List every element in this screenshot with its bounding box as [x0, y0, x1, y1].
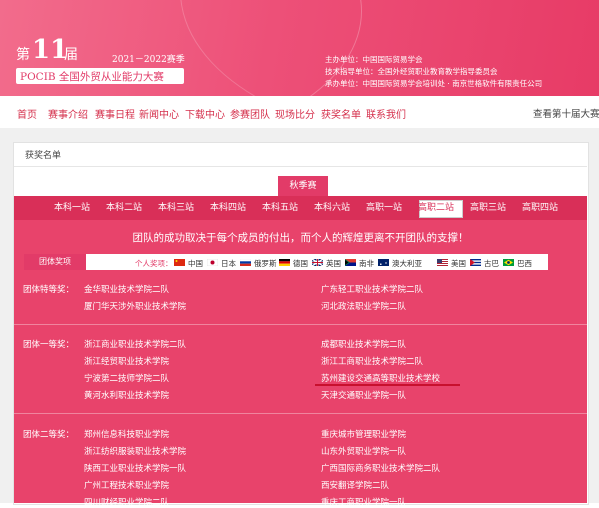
divider [14, 166, 587, 167]
station-tab-active[interactable]: 高职二站 [418, 196, 454, 220]
winner-school: 重庆工商职业学院一队 [321, 498, 407, 508]
australia-flag-icon[interactable] [378, 259, 389, 266]
station-tab[interactable]: 高职三站 [470, 196, 506, 220]
category-label-first: 团体一等奖： [23, 340, 75, 350]
station-tab[interactable]: 高职四站 [522, 196, 558, 220]
station-tabs: 本科一站 本科二站 本科三站 本科四站 本科五站 本科六站 高职一站 高职二站 … [14, 196, 587, 220]
station-tab[interactable]: 本科六站 [314, 196, 350, 220]
organizer-host: 主办单位：中国国际贸易学会 [325, 55, 423, 64]
station-tab[interactable]: 本科三站 [158, 196, 194, 220]
category-divider [14, 324, 587, 325]
nav-winners[interactable]: 获奖名单 [321, 106, 361, 121]
winner-school: 黄河水利职业技术学院 [84, 391, 170, 401]
main-nav: 首页 赛事介绍 赛事日程 新闻中心 下载中心 参赛团队 现场比分 获奖名单 联系… [0, 96, 599, 128]
winner-school: 西安翻译学院二队 [321, 481, 390, 491]
winner-school: 金华职业技术学院二队 [84, 285, 170, 295]
winner-school: 重庆城市管理职业学院 [321, 430, 407, 440]
station-tab[interactable]: 高职一站 [366, 196, 402, 220]
nav-schedule[interactable]: 赛事日程 [95, 106, 135, 121]
winner-school: 广州工程技术职业学院 [84, 481, 170, 491]
flag-label[interactable]: 巴西 [517, 258, 532, 269]
winner-school: 成都职业技术学院二队 [321, 340, 407, 350]
winner-school-highlighted: 苏州建设交通高等职业技术学校 [321, 374, 441, 384]
individual-award-label: 个人奖项： [135, 259, 173, 268]
winner-school: 浙江经贸职业技术学院 [84, 357, 170, 367]
organizer-undertaker: 承办单位：中国国际贸易学会培训处 · 南京世格软件有限责任公司 [325, 79, 543, 88]
winner-school: 河北政法职业学院二队 [321, 302, 407, 312]
nav-contact[interactable]: 联系我们 [366, 106, 406, 121]
usa-flag-icon[interactable] [437, 259, 448, 266]
breadcrumb: 获奖名单 [25, 151, 62, 161]
brazil-flag-icon[interactable] [503, 259, 514, 266]
awards-board: 本科一站 本科二站 本科三站 本科四站 本科五站 本科六站 高职一站 高职二站 … [14, 196, 587, 508]
winner-school: 四川财经职业学院二队 [84, 498, 170, 508]
winner-school: 浙江商业职业技术学院二队 [84, 340, 187, 350]
flag-label[interactable]: 美国 [451, 258, 466, 269]
edition-number: 11 [32, 35, 69, 65]
flag-label[interactable]: 古巴 [484, 258, 499, 269]
flag-label[interactable]: 日本 [221, 258, 236, 269]
winner-school: 天津交通职业学院一队 [321, 391, 407, 401]
winner-school: 广西国际商务职业技术学院二队 [321, 464, 441, 474]
category-label-special: 团体特等奖： [23, 285, 75, 295]
flag-label[interactable]: 中国 [188, 258, 203, 269]
edition-suffix: 届 [64, 47, 78, 63]
nav-downloads[interactable]: 下载中心 [185, 106, 225, 121]
south-africa-flag-icon[interactable] [345, 259, 356, 266]
organizer-guidance: 技术指导单位：全国外经贸职业教育教学指导委员会 [325, 67, 498, 76]
station-tab[interactable]: 本科一站 [54, 196, 90, 220]
uk-flag-icon[interactable] [312, 259, 323, 266]
slogan: 团队的成功取决于每个成员的付出，而个人的辉煌更离不开团队的支撑！ [132, 232, 469, 244]
winner-school: 浙江工商职业技术学院二队 [321, 357, 424, 367]
season-label: 2021－2022赛季 [112, 55, 185, 65]
competition-title: POCIB 全国外贸从业能力大赛 [20, 71, 164, 83]
highlight-underline [315, 384, 460, 386]
flag-label[interactable]: 德国 [293, 258, 308, 269]
flag-label[interactable]: 澳大利亚 [392, 258, 422, 269]
winner-school: 郑州信息科技职业学院 [84, 430, 170, 440]
winner-school: 浙江纺织服装职业技术学院 [84, 447, 187, 457]
germany-flag-icon[interactable] [279, 259, 290, 266]
cuba-flag-icon[interactable] [470, 259, 481, 266]
nav-news[interactable]: 新闻中心 [139, 106, 179, 121]
nav-home[interactable]: 首页 [17, 106, 37, 121]
china-flag-icon[interactable] [174, 259, 185, 266]
flag-label[interactable]: 南非 [359, 258, 374, 269]
flag-label[interactable]: 英国 [326, 258, 341, 269]
view-previous-edition-link[interactable]: 查看第十届大赛 [533, 106, 599, 120]
station-tab[interactable]: 本科四站 [210, 196, 246, 220]
russia-flag-icon[interactable] [240, 259, 251, 266]
edition-prefix: 第 [16, 47, 30, 63]
category-divider [14, 413, 587, 414]
flag-label[interactable]: 俄罗斯 [254, 258, 277, 269]
japan-flag-icon[interactable] [207, 259, 218, 266]
tab-autumn-season[interactable]: 秋季赛 [278, 176, 328, 196]
category-label-second: 团体二等奖： [23, 430, 75, 440]
station-tab[interactable]: 本科五站 [262, 196, 298, 220]
nav-teams[interactable]: 参赛团队 [230, 106, 270, 121]
team-award-tab[interactable]: 团体奖项 [24, 254, 86, 270]
nav-intro[interactable]: 赛事介绍 [48, 106, 88, 121]
winner-school: 陕西工业职业技术学院一队 [84, 464, 187, 474]
winner-school: 厦门华天涉外职业技术学院 [84, 302, 187, 312]
station-tab[interactable]: 本科二站 [106, 196, 142, 220]
winner-school: 宁波第二技师学院二队 [84, 374, 170, 384]
winner-school: 山东外贸职业学院一队 [321, 447, 407, 457]
winner-school: 广东轻工职业技术学院二队 [321, 285, 424, 295]
nav-live-score[interactable]: 现场比分 [275, 106, 315, 121]
